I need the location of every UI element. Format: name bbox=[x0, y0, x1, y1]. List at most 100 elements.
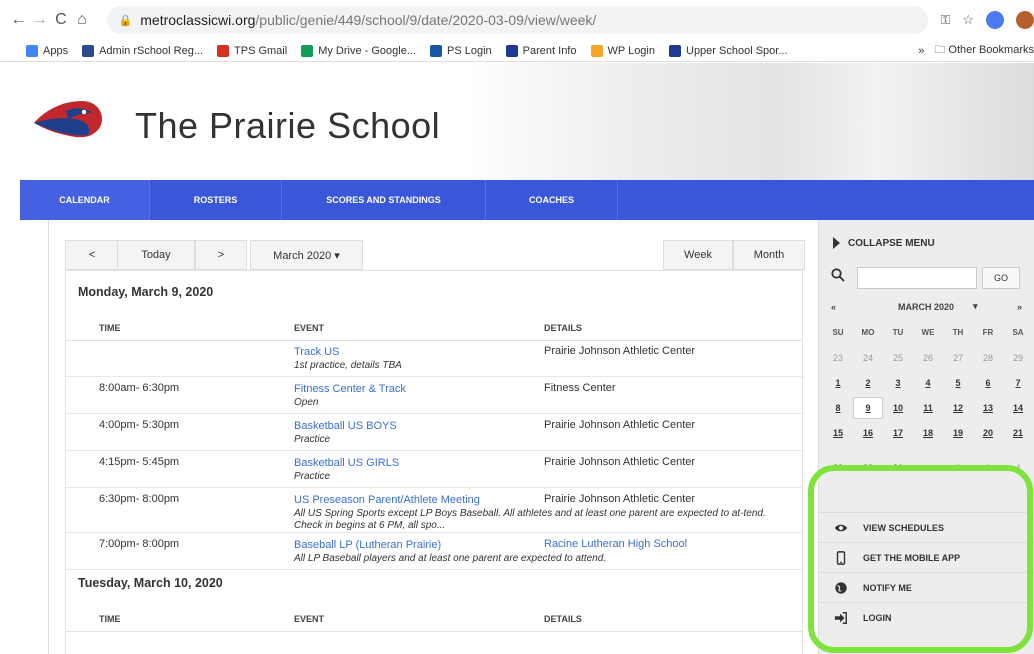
month-view-button[interactable]: Month bbox=[733, 240, 805, 270]
calendar-day[interactable]: 2 bbox=[853, 378, 883, 388]
bookmark-item[interactable]: PS Login bbox=[430, 44, 492, 57]
calendar-day[interactable]: 17 bbox=[883, 428, 913, 438]
eagle-logo-icon[interactable] bbox=[32, 97, 104, 143]
calendar-day[interactable]: 27 bbox=[943, 353, 973, 363]
calendar-day[interactable]: 23 bbox=[823, 353, 853, 363]
calendar-day[interactable]: 3 bbox=[973, 463, 1003, 473]
calendar-day[interactable]: 10 bbox=[883, 403, 913, 413]
calendar-day[interactable]: 3 bbox=[883, 378, 913, 388]
event-row: 8:00am- 6:30pm Fitness Center & Track Open… bbox=[66, 377, 802, 414]
event-link[interactable]: Baseball LP (Lutheran Prairie) bbox=[294, 539, 774, 551]
prev-button[interactable]: < bbox=[65, 240, 119, 270]
calendar-day[interactable]: 6 bbox=[973, 378, 1003, 388]
sidebar-menu-login[interactable]: Login bbox=[819, 602, 1034, 632]
star-icon[interactable]: ☆ bbox=[962, 12, 974, 28]
event-link[interactable]: Fitness Center & Track bbox=[294, 383, 774, 395]
sidebar-menu-view-schedules[interactable]: View Schedules bbox=[819, 512, 1034, 542]
next-button[interactable]: > bbox=[195, 240, 247, 270]
calendar-day[interactable]: 31 bbox=[883, 463, 913, 473]
bookmark-item[interactable]: Parent Info bbox=[505, 44, 577, 57]
calendar-day[interactable]: 14 bbox=[1003, 403, 1033, 413]
calendar-day[interactable]: 19 bbox=[943, 428, 973, 438]
cal-next-button[interactable]: » bbox=[1017, 302, 1022, 312]
weekday-label: WE bbox=[921, 328, 935, 337]
today-button[interactable]: Today bbox=[117, 240, 195, 270]
calendar-day[interactable]: 9 bbox=[852, 396, 884, 419]
sidebar-menu-get-the-mobile-app[interactable]: Get the Mobile App bbox=[819, 542, 1034, 572]
calendar-day[interactable]: 18 bbox=[913, 428, 943, 438]
bookmarks-overflow-button[interactable]: » bbox=[918, 45, 924, 57]
bookmark-label: PS Login bbox=[447, 44, 492, 57]
cal-month-label: MARCH 2020 bbox=[898, 302, 955, 312]
profile-avatar[interactable] bbox=[1016, 11, 1034, 29]
calendar-day[interactable]: 4 bbox=[913, 378, 943, 388]
bookmark-item[interactable]: WP Login bbox=[590, 44, 655, 57]
cal-prev-button[interactable]: « bbox=[831, 302, 836, 312]
calendar-day[interactable]: 24 bbox=[853, 353, 883, 363]
event-note: Practice bbox=[294, 471, 331, 482]
day-title: Tuesday, March 10, 2020 bbox=[78, 576, 223, 590]
calendar-day[interactable]: 29 bbox=[1003, 353, 1033, 363]
calendar-day[interactable]: 20 bbox=[973, 428, 1003, 438]
mini-calendar-header: « MARCH 2020 ▾ » bbox=[819, 296, 1034, 318]
calendar-weekday-row: SU MO TU WE TH FR SA bbox=[823, 320, 1033, 345]
cal-month-dropdown[interactable]: ▾ bbox=[973, 301, 978, 312]
home-icon[interactable]: ⌂ bbox=[71, 11, 92, 29]
calendar-day[interactable]: 1 bbox=[823, 378, 853, 388]
calendar-day[interactable]: 12 bbox=[943, 403, 973, 413]
event-link[interactable]: Basketball US BOYS bbox=[294, 420, 774, 432]
calendar-day[interactable]: 26 bbox=[913, 353, 943, 363]
site-header: The Prairie School bbox=[0, 63, 1034, 180]
bookmark-item[interactable]: My Drive - Google... bbox=[301, 44, 416, 57]
calendar-day[interactable]: 25 bbox=[883, 353, 913, 363]
forward-arrow-icon[interactable]: → bbox=[29, 11, 50, 29]
nav-tab-coaches[interactable]: Coaches bbox=[486, 180, 618, 220]
event-link[interactable]: Track US bbox=[294, 346, 774, 358]
calendar-day[interactable]: 15 bbox=[823, 428, 853, 438]
calendar-day[interactable]: 2 bbox=[943, 463, 973, 473]
go-button[interactable]: GO bbox=[982, 267, 1020, 289]
calendar-content: < Today > March 2020 ▾ Week Month Monday… bbox=[48, 220, 818, 654]
calendar-day[interactable]: 5 bbox=[943, 378, 973, 388]
calendar-day[interactable]: 13 bbox=[973, 403, 1003, 413]
menu-label: Get the Mobile App bbox=[863, 552, 961, 563]
key-icon[interactable]: ⚿ bbox=[940, 12, 950, 28]
calendar-day[interactable]: 4 bbox=[1003, 463, 1033, 473]
bookmark-item[interactable]: Upper School Spor... bbox=[669, 44, 788, 57]
calendar-day[interactable]: 30 bbox=[853, 463, 883, 473]
bookmark-item[interactable]: Apps bbox=[26, 44, 68, 57]
event-link[interactable]: Basketball US GIRLS bbox=[294, 457, 774, 469]
event-link[interactable]: US Preseason Parent/Athlete Meeting bbox=[294, 494, 774, 506]
url-domain: metroclassicwi.org bbox=[140, 12, 256, 28]
nav-tab-rosters[interactable]: Rosters bbox=[150, 180, 282, 220]
calendar-day[interactable]: 1 bbox=[913, 463, 943, 473]
lock-icon: 🔒 bbox=[118, 14, 133, 27]
calendar-day[interactable]: 28 bbox=[973, 353, 1003, 363]
week-view-button[interactable]: Week bbox=[663, 240, 733, 270]
column-header-details: DETAILS bbox=[544, 323, 582, 333]
calendar-day[interactable]: 11 bbox=[913, 403, 943, 413]
nav-tab-scores-and-standings[interactable]: Scores and Standings bbox=[282, 180, 486, 220]
calendar-week-row: 15 16 17 18 19 20 21 bbox=[823, 420, 1033, 445]
reload-icon[interactable]: C bbox=[50, 11, 71, 29]
calendar-day[interactable]: 21 bbox=[1003, 428, 1033, 438]
search-input[interactable] bbox=[857, 267, 977, 289]
other-bookmarks[interactable]: 🗀 Other Bookmarks bbox=[934, 41, 1034, 60]
extension-icon[interactable] bbox=[986, 11, 1005, 29]
bookmark-item[interactable]: TPS Gmail bbox=[217, 44, 287, 57]
event-row: 4:00pm- 5:30pm Basketball US BOYS Practice… bbox=[66, 414, 802, 451]
calendar-day[interactable]: 8 bbox=[823, 403, 853, 413]
event-time: 4:00pm- 5:30pm bbox=[99, 419, 180, 431]
calendar-day[interactable]: 7 bbox=[1003, 378, 1033, 388]
event-details[interactable]: Racine Lutheran High School bbox=[544, 538, 687, 550]
sidebar-menu-notify-me[interactable]: Notify Me bbox=[819, 572, 1034, 602]
bookmark-item[interactable]: Admin rSchool Reg... bbox=[82, 44, 203, 57]
back-arrow-icon[interactable]: ← bbox=[8, 11, 29, 29]
collapse-menu-button[interactable]: COLLAPSE MENU bbox=[819, 228, 1034, 258]
address-bar[interactable]: 🔒 metroclassicwi.org/public/genie/449/sc… bbox=[106, 6, 929, 34]
apps-grid-icon bbox=[26, 44, 38, 57]
month-select[interactable]: March 2020 ▾ bbox=[250, 240, 363, 270]
calendar-day[interactable]: 29 bbox=[823, 463, 853, 473]
calendar-day[interactable]: 16 bbox=[853, 428, 883, 438]
nav-tab-calendar[interactable]: Calendar bbox=[20, 180, 150, 220]
